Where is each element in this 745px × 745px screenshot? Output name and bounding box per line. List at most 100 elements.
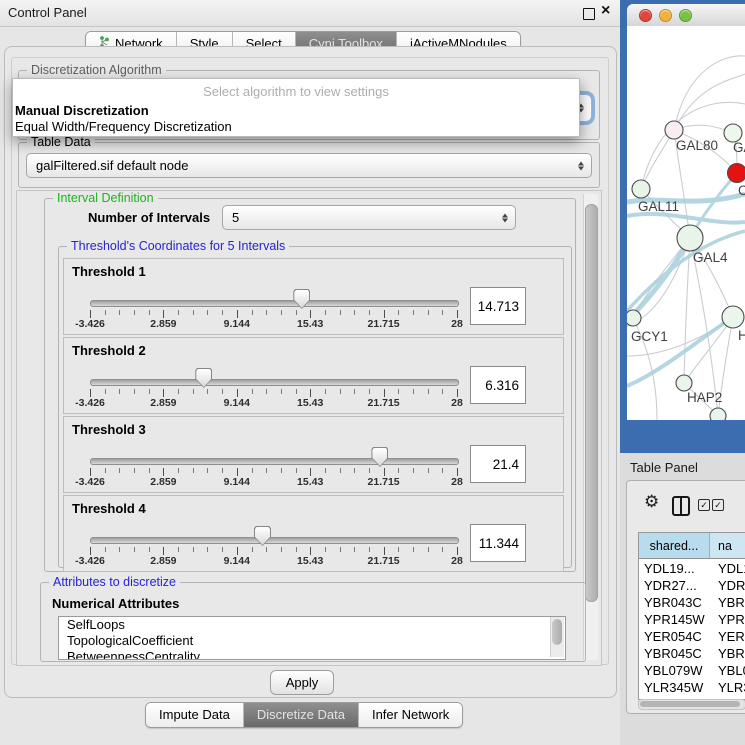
- apply-button[interactable]: Apply: [270, 670, 334, 695]
- tab-discretize-data[interactable]: Discretize Data: [244, 703, 359, 727]
- threshold-value-field[interactable]: 6.316: [470, 366, 526, 404]
- cell-name[interactable]: YBL0: [710, 662, 745, 679]
- float-window-icon[interactable]: [583, 8, 595, 20]
- tick-mark: [134, 547, 135, 552]
- cell-shared-name[interactable]: YBR045C: [639, 645, 710, 662]
- slider-track[interactable]: [90, 458, 459, 465]
- tick-mark: [266, 310, 267, 315]
- cell-shared-name[interactable]: YPR145W: [639, 611, 710, 628]
- node-hap2[interactable]: [676, 375, 692, 391]
- column-header-name[interactable]: na: [710, 533, 745, 559]
- tick-mark: [354, 389, 355, 394]
- table-data-combobox[interactable]: galFiltered.sif default node: [26, 153, 592, 178]
- cell-shared-name[interactable]: YBL079W: [639, 662, 710, 679]
- cell-shared-name[interactable]: YLR345W: [639, 679, 710, 696]
- tick-mark: [354, 468, 355, 473]
- bottom-tab-bar: Impute DataDiscretize DataInfer Network: [145, 702, 463, 728]
- minimize-traffic-light-icon[interactable]: [659, 9, 672, 22]
- tick-mark: [310, 547, 311, 555]
- cell-name[interactable]: YLR3: [710, 679, 745, 696]
- node-partial-bottom[interactable]: [710, 408, 726, 420]
- tick-label: 21.715: [368, 476, 400, 488]
- tick-mark: [193, 310, 194, 315]
- threshold-value-field[interactable]: 14.713: [470, 287, 526, 325]
- slider-track[interactable]: [90, 379, 459, 386]
- tick-mark: [369, 547, 370, 552]
- slider-thumb[interactable]: [371, 447, 388, 467]
- cell-name[interactable]: YPR1: [710, 611, 745, 628]
- tick-mark: [384, 547, 385, 555]
- close-icon[interactable]: ×: [601, 2, 610, 20]
- cell-name[interactable]: YER0: [710, 628, 745, 645]
- tick-mark: [149, 468, 150, 473]
- network-canvas[interactable]: GAL80 GA GAL11 GAL4 GCY1 H HAP2 C: [627, 26, 745, 420]
- tick-mark: [296, 389, 297, 394]
- tab-infer-network[interactable]: Infer Network: [359, 703, 462, 727]
- vertical-scrollbar-thumb[interactable]: [585, 204, 598, 602]
- attributes-scrollbar-thumb[interactable]: [552, 619, 562, 645]
- network-graph: GAL80 GA GAL11 GAL4 GCY1 H HAP2 C: [627, 26, 745, 420]
- cell-shared-name[interactable]: YDL19...: [639, 560, 710, 577]
- threshold-value-field[interactable]: 11.344: [470, 524, 526, 562]
- tick-mark: [222, 468, 223, 473]
- table-row[interactable]: YPR145WYPR1: [639, 611, 745, 628]
- column-header-shared-name[interactable]: shared...: [639, 533, 710, 559]
- checkbox-icon[interactable]: ✓: [698, 499, 710, 511]
- horizontal-scrollbar-thumb[interactable]: [640, 701, 740, 707]
- table-row[interactable]: YBR045CYBR0: [639, 645, 745, 662]
- tick-mark: [193, 468, 194, 473]
- cell-shared-name[interactable]: YBR043C: [639, 594, 710, 611]
- threshold-value-field[interactable]: 21.4: [470, 445, 526, 483]
- attribute-list-item[interactable]: BetweennessCentrality: [59, 649, 565, 660]
- tick-mark: [163, 468, 164, 476]
- column-layout-icon[interactable]: [672, 496, 690, 516]
- slider-thumb[interactable]: [254, 526, 271, 546]
- node-gal11[interactable]: [632, 180, 650, 198]
- node-gcy1[interactable]: [627, 310, 641, 326]
- node-h[interactable]: [722, 306, 744, 328]
- node-gal80[interactable]: [665, 121, 683, 139]
- slider-track[interactable]: [90, 300, 459, 307]
- attribute-list-item[interactable]: SelfLoops: [59, 617, 565, 633]
- slider-thumb[interactable]: [293, 289, 310, 309]
- tick-mark: [428, 547, 429, 552]
- slider-thumb[interactable]: [195, 368, 212, 388]
- close-traffic-light-icon[interactable]: [639, 9, 652, 22]
- cell-name[interactable]: YBR0: [710, 645, 745, 662]
- checkbox-icon[interactable]: ✓: [712, 499, 724, 511]
- combo-selected-value: galFiltered.sif default node: [36, 154, 188, 177]
- gear-icon[interactable]: ⚙: [644, 492, 659, 512]
- table-row[interactable]: YDR27...YDR2: [639, 577, 745, 594]
- node-gal4[interactable]: [677, 225, 703, 251]
- tick-mark: [369, 389, 370, 394]
- tick-mark: [237, 468, 238, 476]
- tick-mark: [310, 310, 311, 318]
- cell-name[interactable]: YDL1: [710, 560, 745, 577]
- zoom-traffic-light-icon[interactable]: [679, 9, 692, 22]
- cell-shared-name[interactable]: YDR27...: [639, 577, 710, 594]
- tick-mark: [266, 468, 267, 473]
- number-of-intervals-combobox[interactable]: 5: [222, 205, 516, 230]
- cell-shared-name[interactable]: YER054C: [639, 628, 710, 645]
- tick-label: -3.426: [75, 397, 105, 409]
- table-row[interactable]: YDL19...YDL1: [639, 560, 745, 577]
- cell-name[interactable]: YBR0: [710, 594, 745, 611]
- tick-mark: [119, 468, 120, 473]
- table-row[interactable]: YER054CYER0: [639, 628, 745, 645]
- tick-mark: [193, 547, 194, 552]
- tick-mark: [134, 389, 135, 394]
- tab-impute-data[interactable]: Impute Data: [146, 703, 244, 727]
- node-red[interactable]: [728, 164, 745, 183]
- dropdown-option-manual-discretization[interactable]: Manual Discretization: [15, 103, 149, 118]
- cell-name[interactable]: YDR2: [710, 577, 745, 594]
- dropdown-option-equal-width-frequency[interactable]: Equal Width/Frequency Discretization: [15, 119, 232, 134]
- tick-mark: [398, 468, 399, 473]
- tick-mark: [252, 468, 253, 473]
- attribute-list-item[interactable]: TopologicalCoefficient: [59, 633, 565, 649]
- threshold-panel: Threshold 4-3.4262.8599.14415.4321.71528…: [63, 495, 564, 572]
- tick-mark: [369, 468, 370, 473]
- slider-track[interactable]: [90, 537, 459, 544]
- table-row[interactable]: YBL079WYBL0: [639, 662, 745, 679]
- table-row[interactable]: YBR043CYBR0: [639, 594, 745, 611]
- table-row[interactable]: YLR345WYLR3: [639, 679, 745, 696]
